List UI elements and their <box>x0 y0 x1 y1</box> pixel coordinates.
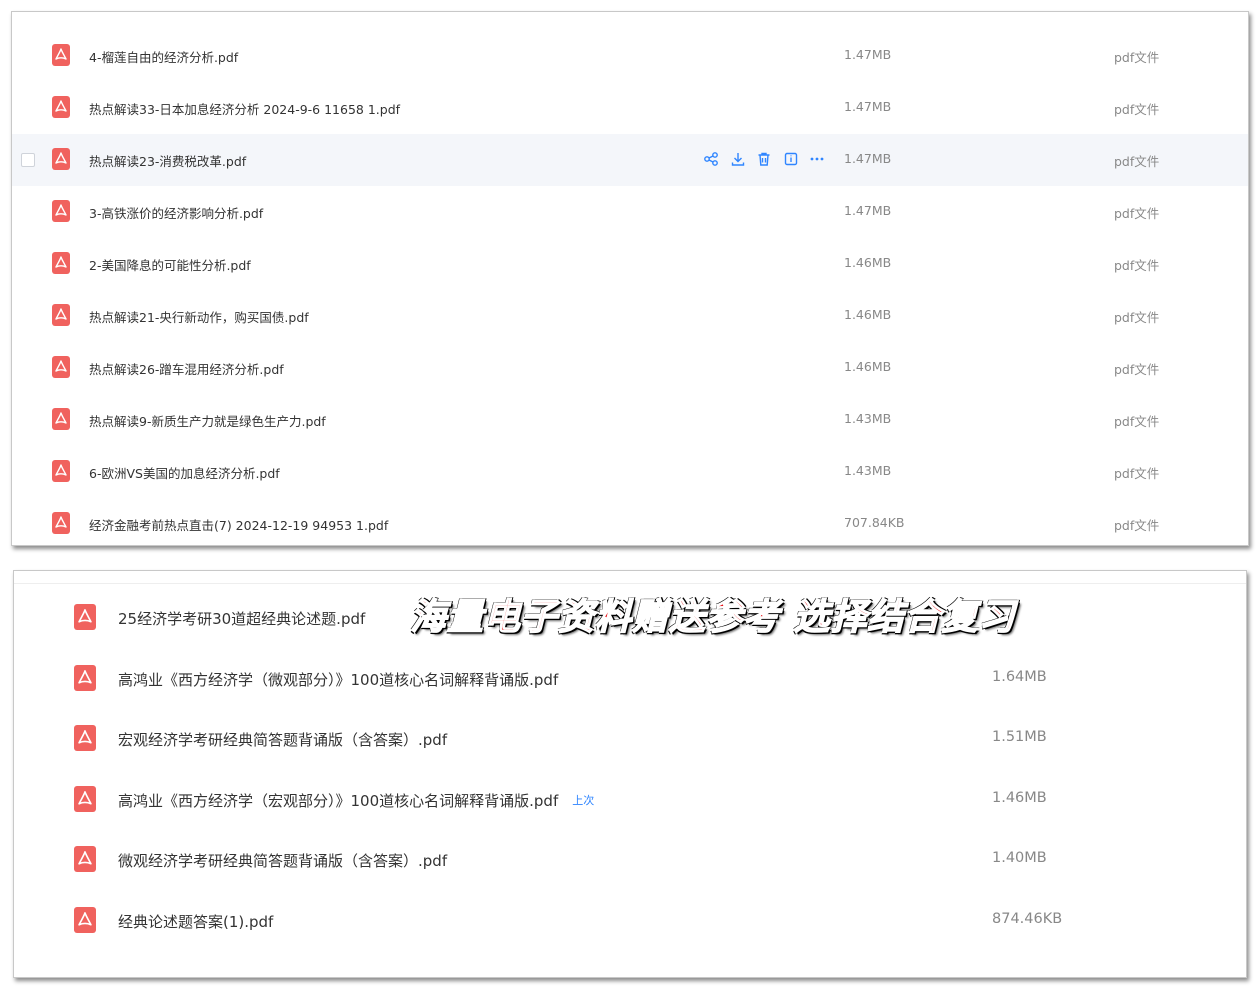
file-row[interactable]: 2-美国降息的可能性分析.pdf 1.46MB pdf文件 <box>12 238 1248 290</box>
file-row[interactable]: 热点解读33-日本加息经济分析 2024-9-6 11658 1.pdf 1.4… <box>12 82 1248 134</box>
file-name[interactable]: 高鸿业《西方经济学（宏观部分）》100道核心名词解释背诵版.pdf <box>118 792 558 810</box>
file-name[interactable]: 热点解读21-央行新动作，购买国债.pdf <box>89 307 309 326</box>
file-name[interactable]: 热点解读33-日本加息经济分析 2024-9-6 11658 1.pdf <box>89 99 400 118</box>
file-size: 1.51MB <box>992 729 1047 745</box>
file-row[interactable]: 经济金融考前热点直击(7) 2024-12-19 94953 1.pdf 707… <box>12 498 1248 550</box>
pdf-file-icon <box>52 148 70 170</box>
file-size: 1.47MB <box>844 151 892 166</box>
file-type: pdf文件 <box>1114 466 1160 481</box>
file-row[interactable]: 3-高铁涨价的经济影响分析.pdf 1.47MB pdf文件 <box>12 186 1248 238</box>
file-row[interactable]: 热点解读21-央行新动作，购买国债.pdf 1.46MB pdf文件 <box>12 290 1248 342</box>
file-type: pdf文件 <box>1114 102 1160 117</box>
file-type: pdf文件 <box>1114 310 1160 325</box>
pdf-file-icon <box>52 304 70 326</box>
pdf-file-icon <box>52 96 70 118</box>
file-name[interactable]: 热点解读26-蹭车混用经济分析.pdf <box>89 359 284 378</box>
file-type: pdf文件 <box>1114 362 1160 377</box>
pdf-file-icon <box>74 604 96 630</box>
file-size: 707.84KB <box>844 515 905 530</box>
file-type: pdf文件 <box>1114 414 1160 429</box>
file-row[interactable]: 6-欧洲VS美国的加息经济分析.pdf 1.43MB pdf文件 <box>12 446 1248 498</box>
pdf-file-icon <box>74 725 96 751</box>
file-size: 1.46MB <box>844 255 892 270</box>
promo-banner: 海量电子资料赠送参考 选择结合复习 <box>409 596 1016 639</box>
file-size: 1.47MB <box>844 99 892 114</box>
file-row-hovered[interactable]: 热点解读23-消费税改革.pdf 1.47MB pdf文件 <box>12 134 1248 186</box>
file-type: pdf文件 <box>1114 50 1160 65</box>
file-size: 1.43MB <box>844 411 892 426</box>
file-size: 874.46KB <box>992 911 1063 927</box>
file-name[interactable]: 热点解读9-新质生产力就是绿色生产力.pdf <box>89 411 326 430</box>
file-size: 1.46MB <box>992 790 1047 806</box>
file-type: pdf文件 <box>1114 518 1160 533</box>
info-icon[interactable] <box>782 150 800 168</box>
file-name[interactable]: 经济金融考前热点直击(7) 2024-12-19 94953 1.pdf <box>89 515 388 534</box>
file-row[interactable]: 宏观经济学考研经典简答题背诵版（含答案）.pdf 1.51MB <box>14 708 1246 768</box>
pdf-file-icon <box>52 408 70 430</box>
file-name[interactable]: 2-美国降息的可能性分析.pdf <box>89 255 251 274</box>
pdf-file-icon <box>74 846 96 872</box>
file-list-panel-top: 4-榴莲自由的经济分析.pdf 1.47MB pdf文件 热点解读33-日本加息… <box>11 11 1249 546</box>
file-size: 1.46MB <box>844 359 892 374</box>
file-name[interactable]: 经典论述题答案(1).pdf <box>118 911 273 932</box>
pdf-file-icon <box>52 200 70 222</box>
pdf-file-icon <box>52 252 70 274</box>
file-name[interactable]: 25经济学考研30道超经典论述题.pdf <box>118 608 365 629</box>
file-size: 1.40MB <box>992 850 1047 866</box>
delete-icon[interactable] <box>755 150 773 168</box>
file-size: 1.43MB <box>844 463 892 478</box>
file-type: pdf文件 <box>1114 258 1160 273</box>
last-opened-tag: 上次 <box>572 794 595 807</box>
file-name[interactable]: 4-榴莲自由的经济分析.pdf <box>89 47 238 66</box>
pdf-file-icon <box>52 44 70 66</box>
file-row[interactable]: 经典论述题答案(1).pdf 874.46KB <box>14 890 1246 950</box>
pdf-file-icon <box>74 786 96 812</box>
pdf-file-icon <box>74 665 96 691</box>
pdf-file-icon <box>74 907 96 933</box>
download-icon[interactable] <box>729 150 747 168</box>
file-size: 1.46MB <box>844 307 892 322</box>
more-icon[interactable] <box>808 150 826 168</box>
file-row[interactable]: 微观经济学考研经典简答题背诵版（含答案）.pdf 1.40MB <box>14 829 1246 889</box>
file-name[interactable]: 微观经济学考研经典简答题背诵版（含答案）.pdf <box>118 850 447 871</box>
file-name[interactable]: 6-欧洲VS美国的加息经济分析.pdf <box>89 463 280 482</box>
share-icon[interactable] <box>702 150 720 168</box>
file-name-wrap: 高鸿业《西方经济学（宏观部分）》100道核心名词解释背诵版.pdf 上次 <box>118 790 594 811</box>
file-name[interactable]: 高鸿业《西方经济学（微观部分）》100道核心名词解释背诵版.pdf <box>118 669 558 690</box>
pdf-file-icon <box>52 460 70 482</box>
file-row[interactable]: 4-榴莲自由的经济分析.pdf 1.47MB pdf文件 <box>12 30 1248 82</box>
file-row[interactable]: 高鸿业《西方经济学（微观部分）》100道核心名词解释背诵版.pdf 1.64MB <box>14 648 1246 708</box>
file-size: 1.47MB <box>844 203 892 218</box>
pdf-file-icon <box>52 356 70 378</box>
divider <box>14 583 1246 584</box>
file-name[interactable]: 热点解读23-消费税改革.pdf <box>89 151 246 170</box>
file-row[interactable]: 高鸿业《西方经济学（宏观部分）》100道核心名词解释背诵版.pdf 上次 1.46… <box>14 769 1246 829</box>
file-type: pdf文件 <box>1114 154 1160 169</box>
file-name[interactable]: 3-高铁涨价的经济影响分析.pdf <box>89 203 263 222</box>
file-size: 1.64MB <box>992 669 1047 685</box>
file-row[interactable]: 热点解读9-新质生产力就是绿色生产力.pdf 1.43MB pdf文件 <box>12 394 1248 446</box>
row-checkbox[interactable] <box>21 153 35 167</box>
file-row[interactable]: 热点解读26-蹭车混用经济分析.pdf 1.46MB pdf文件 <box>12 342 1248 394</box>
pdf-file-icon <box>52 512 70 534</box>
file-type: pdf文件 <box>1114 206 1160 221</box>
file-name[interactable]: 宏观经济学考研经典简答题背诵版（含答案）.pdf <box>118 729 447 750</box>
file-size: 1.47MB <box>844 47 892 62</box>
